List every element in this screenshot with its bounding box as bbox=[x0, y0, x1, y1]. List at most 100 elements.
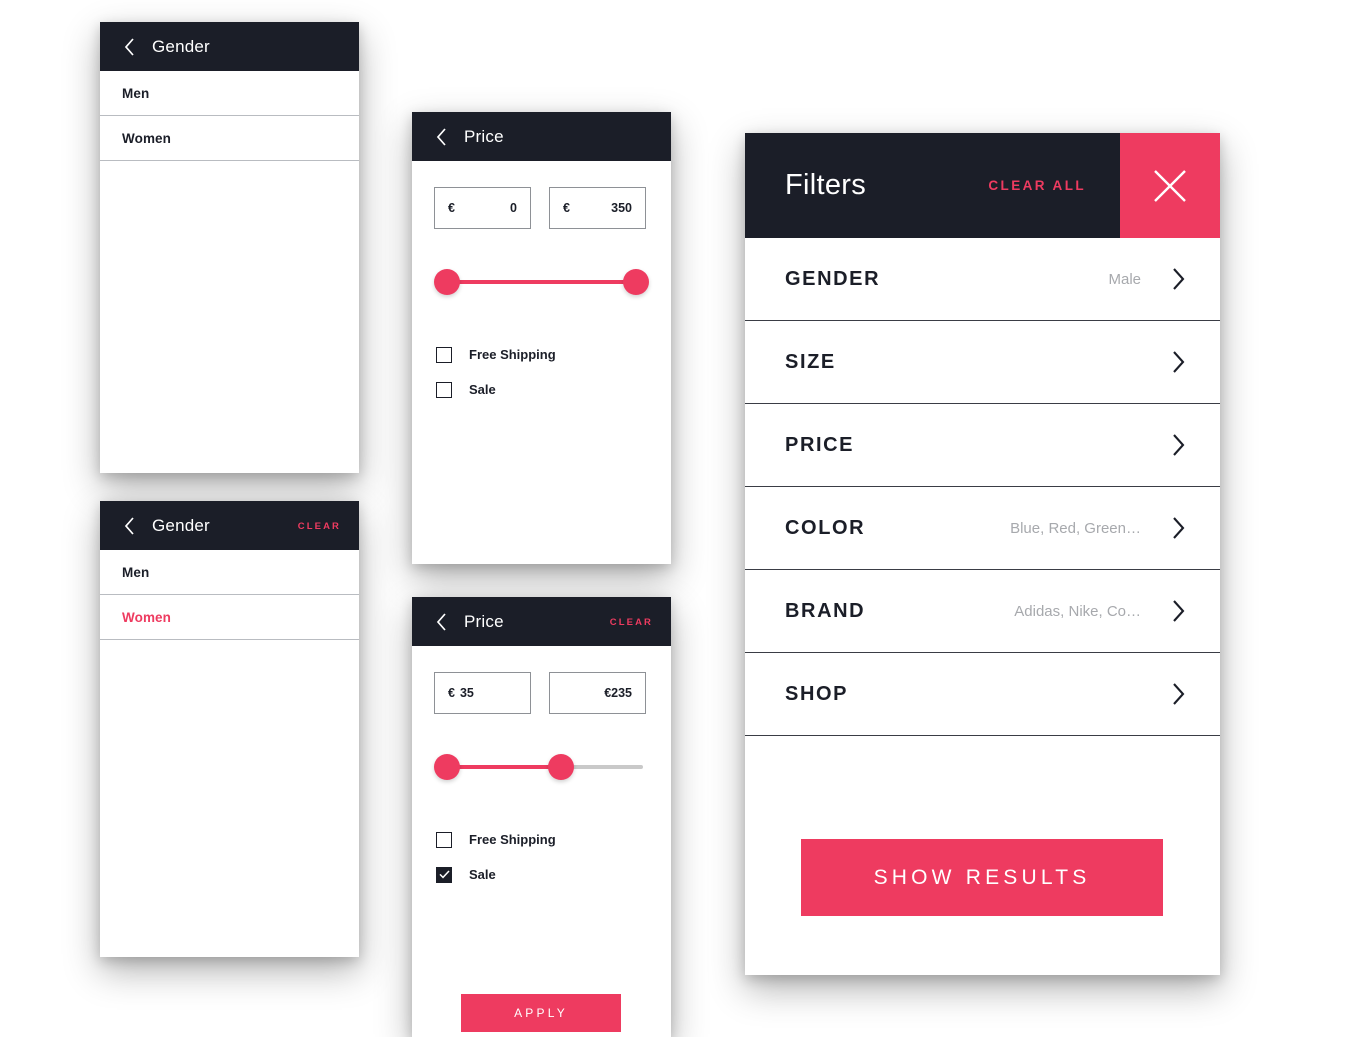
filters-header: Filters CLEAR ALL bbox=[745, 133, 1220, 238]
checkbox-sale[interactable]: Sale bbox=[436, 857, 671, 892]
slider-knob-min[interactable] bbox=[434, 269, 460, 295]
gender-options-list: Men Women bbox=[100, 550, 359, 640]
gender-panel-header: Gender CLEAR bbox=[100, 501, 359, 550]
checkbox-label: Sale bbox=[469, 867, 496, 882]
price-max-input[interactable]: € 235 bbox=[549, 672, 646, 714]
filter-row-gender[interactable]: GENDER Male bbox=[745, 238, 1220, 321]
checkbox-box-icon bbox=[436, 346, 452, 363]
price-options-checkbox-group: Free Shipping Sale bbox=[412, 337, 671, 407]
gender-panel-default: Gender Men Women bbox=[100, 22, 359, 473]
price-max-input[interactable]: € 350 bbox=[549, 187, 646, 229]
chevron-right-icon bbox=[1171, 267, 1186, 291]
clear-button[interactable]: CLEAR bbox=[610, 617, 653, 628]
price-range-slider[interactable] bbox=[434, 754, 649, 780]
price-range-inputs: € 35 € 235 bbox=[412, 646, 671, 714]
option-label: Women bbox=[122, 609, 172, 625]
gender-option-women[interactable]: Women bbox=[100, 595, 359, 640]
checkbox-label: Sale bbox=[469, 382, 496, 397]
back-button[interactable] bbox=[426, 127, 456, 146]
filter-value: Adidas, Nike, Co… bbox=[1014, 602, 1141, 620]
chevron-right-icon bbox=[1171, 433, 1186, 457]
panel-title: Gender bbox=[152, 36, 210, 56]
currency-symbol: € bbox=[448, 686, 455, 700]
filter-row-size[interactable]: SIZE bbox=[745, 321, 1220, 404]
panel-title: Gender bbox=[152, 515, 210, 535]
back-button[interactable] bbox=[426, 612, 456, 631]
filter-label: BRAND bbox=[785, 599, 866, 622]
gender-options-list: Men Women bbox=[100, 71, 359, 161]
checkbox-sale[interactable]: Sale bbox=[436, 372, 671, 407]
page-title: Filters bbox=[785, 169, 867, 201]
price-panel-default: Price € 0 € 350 Free Shipping Sale bbox=[412, 112, 671, 564]
filter-row-shop[interactable]: SHOP bbox=[745, 653, 1220, 736]
checkbox-free-shipping[interactable]: Free Shipping bbox=[436, 337, 671, 372]
price-max-value: 235 bbox=[611, 686, 632, 700]
option-label: Men bbox=[122, 85, 150, 101]
chevron-right-icon bbox=[1171, 350, 1186, 374]
back-button[interactable] bbox=[114, 37, 144, 56]
checkbox-box-icon bbox=[436, 831, 452, 848]
price-min-value: 0 bbox=[510, 201, 517, 215]
price-options-checkbox-group: Free Shipping Sale bbox=[412, 822, 671, 892]
gender-panel-header: Gender bbox=[100, 22, 359, 71]
chevron-right-icon bbox=[1171, 682, 1186, 706]
show-results-button[interactable]: SHOW RESULTS bbox=[801, 839, 1163, 916]
price-min-value: 35 bbox=[459, 686, 474, 700]
currency-symbol: € bbox=[448, 201, 455, 215]
filter-label: SIZE bbox=[785, 350, 836, 373]
gender-option-men[interactable]: Men bbox=[100, 550, 359, 595]
filters-rows-list: GENDER Male SIZE PRICE COLOR Blue, Red, … bbox=[745, 238, 1220, 736]
price-min-input[interactable]: € 0 bbox=[434, 187, 531, 229]
slider-knob-max[interactable] bbox=[548, 754, 574, 780]
slider-knob-min[interactable] bbox=[434, 754, 460, 780]
panel-title: Price bbox=[464, 611, 504, 631]
chevron-left-icon bbox=[436, 612, 446, 631]
slider-fill bbox=[440, 280, 643, 284]
filter-row-brand[interactable]: BRAND Adidas, Nike, Co… bbox=[745, 570, 1220, 653]
apply-button[interactable]: APPLY bbox=[461, 994, 621, 1032]
price-range-inputs: € 0 € 350 bbox=[412, 161, 671, 229]
gender-option-women[interactable]: Women bbox=[100, 116, 359, 161]
chevron-left-icon bbox=[124, 37, 134, 56]
filter-label: PRICE bbox=[785, 433, 855, 456]
filter-label: GENDER bbox=[785, 267, 881, 290]
clear-all-button[interactable]: CLEAR ALL bbox=[988, 178, 1086, 193]
checkbox-box-icon bbox=[436, 381, 452, 398]
slider-knob-max[interactable] bbox=[623, 269, 649, 295]
gender-panel-selected: Gender CLEAR Men Women APPLY bbox=[100, 501, 359, 957]
panel-title: Price bbox=[464, 126, 504, 146]
price-panel-header: Price bbox=[412, 112, 671, 161]
gender-option-men[interactable]: Men bbox=[100, 71, 359, 116]
chevron-left-icon bbox=[436, 127, 446, 146]
checkbox-free-shipping[interactable]: Free Shipping bbox=[436, 822, 671, 857]
filter-row-price[interactable]: PRICE bbox=[745, 404, 1220, 487]
close-icon bbox=[1154, 169, 1186, 202]
filter-label: SHOP bbox=[785, 682, 849, 705]
chevron-right-icon bbox=[1171, 516, 1186, 540]
check-icon bbox=[438, 870, 450, 879]
price-range-slider[interactable] bbox=[434, 269, 649, 295]
back-button[interactable] bbox=[114, 516, 144, 535]
close-button[interactable] bbox=[1120, 133, 1220, 238]
filter-value: Blue, Red, Green… bbox=[1010, 519, 1141, 537]
filters-header-left: Filters CLEAR ALL bbox=[745, 133, 1120, 238]
price-max-value: 350 bbox=[611, 201, 632, 215]
clear-button[interactable]: CLEAR bbox=[298, 521, 341, 532]
option-label: Women bbox=[122, 130, 172, 146]
chevron-left-icon bbox=[124, 516, 134, 535]
currency-symbol: € bbox=[563, 201, 570, 215]
currency-symbol: € bbox=[604, 686, 612, 700]
filters-panel: Filters CLEAR ALL GENDER Male SIZE PRICE… bbox=[745, 133, 1220, 975]
option-label: Men bbox=[122, 564, 150, 580]
filter-row-color[interactable]: COLOR Blue, Red, Green… bbox=[745, 487, 1220, 570]
price-panel-header: Price CLEAR bbox=[412, 597, 671, 646]
filters-footer: SHOW RESULTS bbox=[745, 736, 1220, 975]
price-panel-selected: Price CLEAR € 35 € 235 Free Shipping Sal… bbox=[412, 597, 671, 1037]
checkbox-box-icon bbox=[436, 866, 452, 883]
chevron-right-icon bbox=[1171, 599, 1186, 623]
checkbox-label: Free Shipping bbox=[469, 832, 556, 847]
filter-value: Male bbox=[1108, 270, 1141, 288]
filter-label: COLOR bbox=[785, 516, 866, 539]
checkbox-label: Free Shipping bbox=[469, 347, 556, 362]
price-min-input[interactable]: € 35 bbox=[434, 672, 531, 714]
